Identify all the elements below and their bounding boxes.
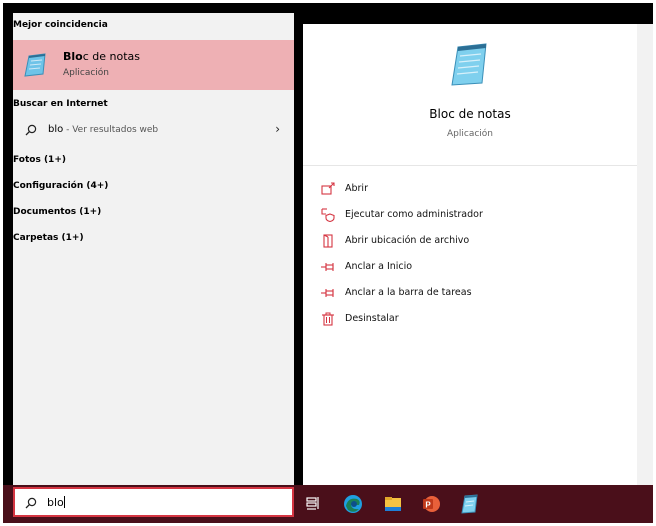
- section-settings[interactable]: Configuración (4+): [13, 181, 108, 191]
- file-explorer-icon[interactable]: [382, 493, 404, 515]
- svg-text:P: P: [425, 501, 431, 510]
- section-web: Buscar en Internet: [13, 99, 108, 109]
- web-result-text: blo - Ver resultados web: [48, 124, 159, 135]
- best-match-name: Bloc de notas: [63, 50, 140, 63]
- search-box[interactable]: blo: [13, 487, 294, 517]
- pin-icon: [321, 263, 334, 271]
- action-file-location[interactable]: Abrir ubicación de archivo: [321, 234, 621, 252]
- detail-pane: Bloc de notas Aplicación Abrir Ejecutar …: [303, 24, 637, 485]
- chevron-right-icon[interactable]: ›: [275, 122, 280, 136]
- action-run-as-admin[interactable]: Ejecutar como administrador: [321, 208, 621, 226]
- background-window-edge: [637, 24, 653, 485]
- action-uninstall[interactable]: Desinstalar: [321, 312, 621, 330]
- section-documents[interactable]: Documentos (1+): [13, 207, 101, 217]
- search-icon: [25, 124, 37, 136]
- notepad-large-icon: [451, 43, 487, 86]
- search-icon: [25, 497, 37, 509]
- task-view-icon[interactable]: [302, 493, 324, 515]
- action-pin-taskbar[interactable]: Anclar a la barra de tareas: [321, 286, 621, 304]
- notepad-taskbar-icon[interactable]: [458, 493, 480, 515]
- detail-title: Bloc de notas: [429, 107, 511, 121]
- best-match-type: Aplicación: [63, 68, 109, 78]
- file-location-icon: [323, 234, 333, 248]
- best-match-item[interactable]: Bloc de notas Aplicación: [13, 40, 294, 90]
- detail-subtitle: Aplicación: [447, 129, 493, 139]
- powerpoint-icon[interactable]: P: [420, 493, 442, 515]
- action-pin-start[interactable]: Anclar a Inicio: [321, 260, 621, 278]
- edge-browser-icon[interactable]: [342, 493, 364, 515]
- divider: [303, 165, 637, 166]
- action-open[interactable]: Abrir: [321, 182, 621, 200]
- search-input[interactable]: blo: [47, 496, 65, 509]
- trash-icon: [322, 312, 334, 326]
- open-icon: [321, 182, 335, 195]
- pin-icon: [321, 289, 334, 297]
- section-folders[interactable]: Carpetas (1+): [13, 233, 84, 243]
- web-search-result[interactable]: blo - Ver resultados web ›: [13, 120, 294, 142]
- run-as-admin-icon: [321, 208, 335, 222]
- notepad-icon: [24, 53, 46, 77]
- section-best-match: Mejor coincidencia: [13, 20, 108, 30]
- section-photos[interactable]: Fotos (1+): [13, 155, 66, 165]
